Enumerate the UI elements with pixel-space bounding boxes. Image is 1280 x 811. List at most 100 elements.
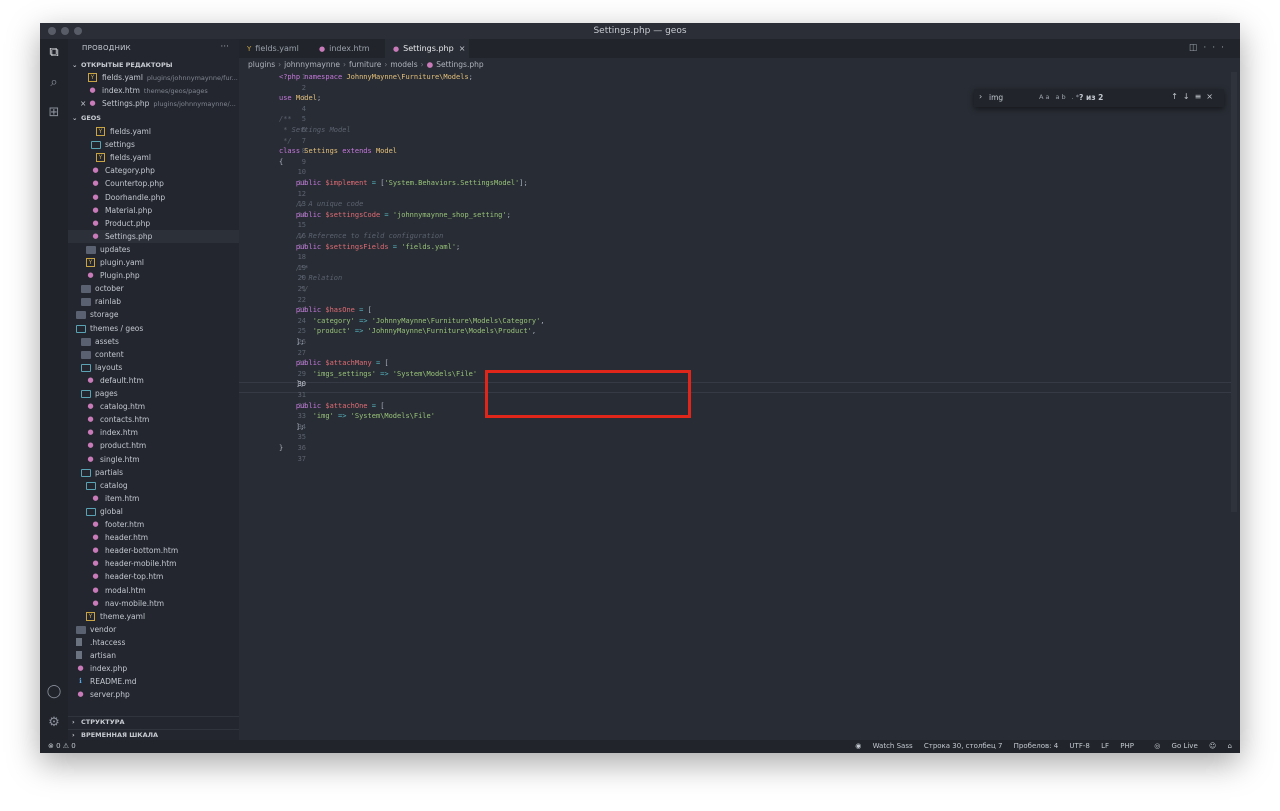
extensions-icon[interactable]: ⊞ (46, 105, 62, 121)
tree-file[interactable]: Yfields.yaml (68, 125, 239, 138)
file-name: Settings.php (102, 99, 150, 108)
code-token: 'imgs_settings' (312, 369, 376, 378)
code-token: ]; (279, 380, 305, 389)
tree-file[interactable]: artisan (68, 649, 239, 662)
language-mode[interactable]: PHP (1120, 742, 1134, 750)
tree-file[interactable]: ● item.htm (68, 492, 239, 505)
tree-file[interactable]: ● Product.php (68, 217, 239, 230)
tree-folder[interactable]: content (68, 348, 239, 361)
open-editor-item[interactable]: Yfields.yaml plugins/johnnymaynne/fur... (68, 71, 239, 84)
watch-sass-button[interactable]: ◉ Watch Sass (846, 742, 912, 750)
folder-icon (81, 285, 91, 294)
open-editor-item[interactable]: × ● Settings.php plugins/johnnymaynne/... (68, 97, 239, 110)
line-ending[interactable]: LF (1101, 742, 1109, 750)
tree-file[interactable]: ℹ README.md (68, 675, 239, 688)
arrow-down-icon[interactable]: ↓ (1183, 92, 1195, 101)
tree-file[interactable]: ● Plugin.php (68, 269, 239, 282)
selection-icon[interactable]: ≡ (1195, 92, 1207, 101)
code-token: => (375, 369, 393, 378)
find-input[interactable]: img (989, 93, 1003, 102)
explorer-icon[interactable]: ⧉ (46, 45, 62, 61)
account-icon[interactable]: ◯ (46, 684, 62, 700)
code-token: $settingsCode (325, 210, 381, 219)
code-token: $attachMany (325, 359, 372, 368)
breadcrumb-item[interactable]: furniture (349, 60, 381, 69)
tree-folder[interactable]: settings (68, 138, 239, 151)
tree-folder[interactable]: storage (68, 308, 239, 321)
chevron-right-icon[interactable]: › (979, 92, 982, 101)
more-actions-icon[interactable]: ··· (220, 42, 229, 52)
tree-file[interactable]: ● nav-mobile.htm (68, 597, 239, 610)
tree-file[interactable]: ● Doorhandle.php (68, 191, 239, 204)
go-live-button[interactable]: ◎ Go Live (1145, 742, 1198, 750)
close-icon[interactable]: × (1206, 92, 1218, 101)
tree-file[interactable]: ● catalog.htm (68, 400, 239, 413)
folder-icon (81, 390, 91, 398)
tree-folder[interactable]: global (68, 505, 239, 518)
search-icon[interactable]: ⌕ (46, 75, 62, 91)
tree-file[interactable]: ● header.htm (68, 531, 239, 544)
tree-file[interactable]: Yfields.yaml (68, 151, 239, 164)
breadcrumb-item[interactable]: johnnymaynne (284, 60, 340, 69)
maximize-window-button[interactable] (74, 27, 82, 35)
outline-section[interactable]: › СТРУКТУРА (68, 716, 239, 728)
tree-folder[interactable]: vendor (68, 623, 239, 636)
tree-file[interactable]: ● modal.htm (68, 584, 239, 597)
tree-folder[interactable]: october (68, 282, 239, 295)
tree-file[interactable]: ● product.htm (68, 439, 239, 452)
workspace-section[interactable]: ⌄ GEOS (68, 113, 239, 124)
close-icon[interactable]: × (80, 97, 86, 110)
tree-file[interactable]: .htaccess (68, 636, 239, 649)
tree-folder[interactable]: themes / geos (68, 322, 239, 335)
tree-file[interactable]: ● Settings.php (68, 229, 239, 243)
cursor-position[interactable]: Строка 30, столбец 7 (924, 742, 1003, 750)
tree-file[interactable]: Yplugin.yaml (68, 256, 239, 269)
tree-folder[interactable]: assets (68, 335, 239, 348)
encoding[interactable]: UTF-8 (1069, 742, 1089, 750)
tree-file[interactable]: ● Material.php (68, 204, 239, 217)
indentation[interactable]: Пробелов: 4 (1014, 742, 1059, 750)
tree-file[interactable]: ● contacts.htm (68, 413, 239, 426)
tree-file[interactable]: Ytheme.yaml (68, 610, 239, 623)
tree-file[interactable]: ● Countertop.php (68, 177, 239, 190)
status-right: ◉ Watch Sass Строка 30, столбец 7 Пробел… (837, 740, 1232, 753)
activity-bar: ⧉ ⌕ ⊞ ◯ ⚙ (40, 39, 68, 743)
tree-file[interactable]: ● Category.php (68, 164, 239, 177)
problems-indicator[interactable]: ⊗ 0 ⚠ 0 (48, 740, 76, 753)
tree-file[interactable]: ● index.php (68, 662, 239, 675)
tree-folder[interactable]: layouts (68, 361, 239, 374)
tree-folder[interactable]: catalog (68, 479, 239, 492)
tree-item-label: product.htm (100, 441, 147, 451)
find-options[interactable]: Aa ab .* (1039, 93, 1081, 101)
more-actions-icon[interactable]: ··· (1203, 43, 1230, 53)
bell-icon[interactable]: ⌂ (1228, 742, 1232, 750)
tree-file[interactable]: ● server.php (68, 688, 239, 701)
split-editor-icon[interactable]: ◫ (1189, 43, 1204, 53)
open-editor-item[interactable]: ● index.htm themes/geos/pages (68, 84, 239, 97)
tree-folder[interactable]: updates (68, 243, 239, 256)
tree-file[interactable]: ● header-bottom.htm (68, 544, 239, 557)
tab-index-htm[interactable]: ● index.htm (311, 39, 383, 58)
settings-gear-icon[interactable]: ⚙ (46, 715, 62, 731)
tree-file[interactable]: ● header-top.htm (68, 570, 239, 583)
feedback-icon[interactable]: ☺ (1209, 742, 1216, 750)
breadcrumb-item[interactable]: models (390, 60, 417, 69)
tree-folder[interactable]: rainlab (68, 295, 239, 308)
tree-folder[interactable]: pages (68, 387, 239, 400)
close-window-button[interactable] (48, 27, 56, 35)
breadcrumb-item[interactable]: Settings.php (436, 60, 483, 69)
tree-file[interactable]: ● header-mobile.htm (68, 557, 239, 570)
tab-fields-yaml[interactable]: Yfields.yaml (239, 39, 309, 58)
close-tab-icon[interactable]: × (459, 44, 466, 53)
tree-file[interactable]: ● single.htm (68, 453, 239, 466)
tree-file[interactable]: ● index.htm (68, 426, 239, 439)
tab-settings-php[interactable]: ● Settings.php × (385, 39, 469, 58)
breadcrumb-item[interactable]: plugins (248, 60, 275, 69)
tree-file[interactable]: ● footer.htm (68, 518, 239, 531)
tree-file[interactable]: ● default.htm (68, 374, 239, 387)
tree-folder[interactable]: partials (68, 466, 239, 479)
vertical-scrollbar[interactable] (1231, 72, 1237, 512)
arrow-up-icon[interactable]: ↑ (1171, 92, 1183, 101)
minimize-window-button[interactable] (61, 27, 69, 35)
open-editors-section[interactable]: ⌄ ОТКРЫТЫЕ РЕДАКТОРЫ (68, 60, 239, 71)
